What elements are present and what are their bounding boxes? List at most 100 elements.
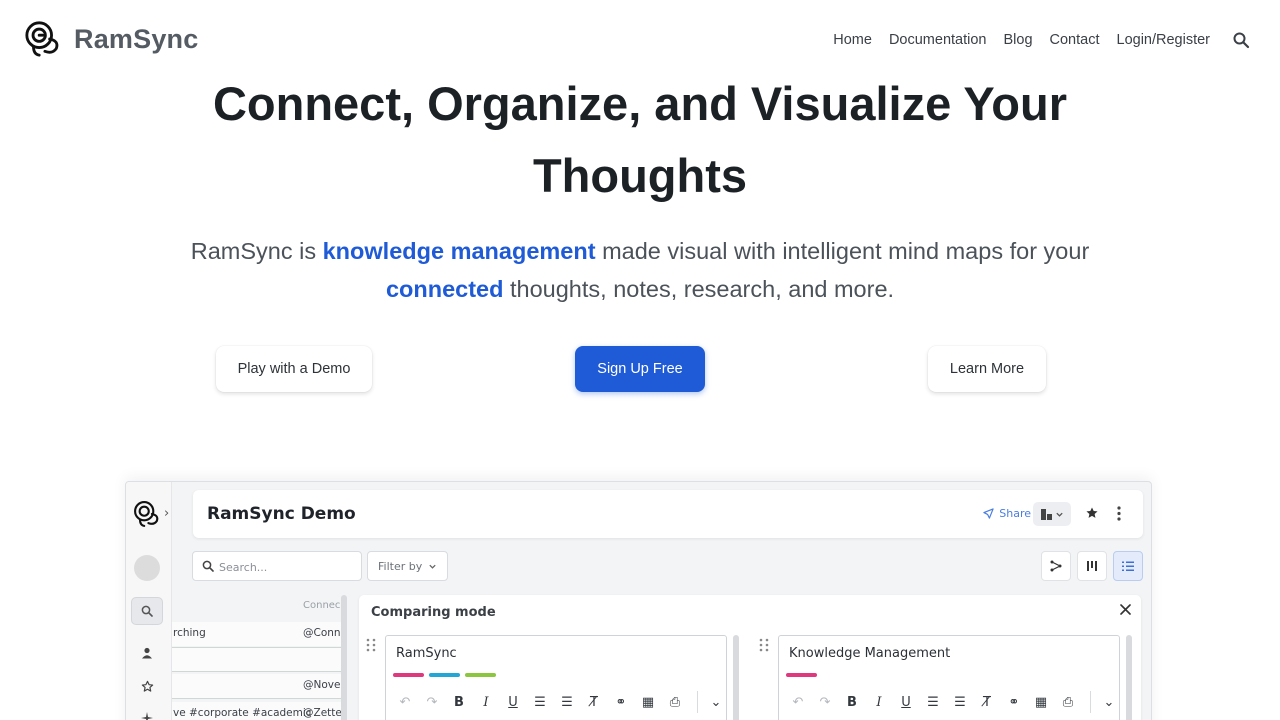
list-item[interactable] [172, 648, 344, 672]
nav-link-login-register[interactable]: Login/Register [1117, 30, 1211, 50]
rail-star-button[interactable] [131, 672, 163, 700]
list-item-title: rching [173, 627, 206, 639]
more-vertical-icon[interactable] [1117, 506, 1121, 521]
search-icon[interactable] [1232, 31, 1250, 49]
list-column-header: Connec [303, 600, 341, 611]
rail-sparkle-button[interactable] [131, 704, 163, 720]
nav-link-documentation[interactable]: Documentation [889, 30, 987, 50]
clear-format-icon[interactable]: T̸ [585, 693, 603, 711]
brand-name: RamSync [74, 23, 199, 54]
avatar[interactable] [134, 555, 160, 581]
clear-format-icon[interactable]: T̸ [978, 693, 996, 711]
nav-link-contact[interactable]: Contact [1050, 30, 1100, 50]
redo-icon[interactable]: ↷ [816, 693, 834, 711]
ordered-list-icon[interactable]: ☰ [924, 693, 942, 711]
list-icon [1122, 561, 1134, 571]
list-item-connection: @Nove [303, 679, 341, 691]
filter-label: Filter by [378, 559, 423, 573]
italic-icon[interactable]: I [477, 693, 495, 711]
drag-handle-icon[interactable] [759, 638, 769, 652]
table-icon[interactable]: ▦ [1032, 693, 1050, 711]
ram-logo-icon [25, 21, 59, 57]
chevron-down-icon[interactable]: ⌄ [707, 693, 725, 711]
sparkle-icon [141, 712, 153, 720]
compare-card-ramsync: RamSync ↶ ↷ B I U ☰ ☰ T̸ ⚭ ▦ ⎙ ⌄ [385, 635, 727, 720]
chevron-down-icon[interactable]: ⌄ [1100, 693, 1118, 711]
hero-sub-text-1: RamSync is [190, 238, 323, 264]
bullet-list-icon[interactable]: ☰ [951, 693, 969, 711]
columns-icon [1087, 561, 1097, 571]
card-title: Knowledge Management [789, 646, 951, 661]
demo-title: RamSync Demo [207, 504, 356, 524]
layout-dropdown[interactable] [1033, 502, 1071, 526]
hero-sub-text-2: made visual with intelligent mind maps f… [595, 238, 1090, 264]
search-icon [202, 560, 214, 572]
share-button[interactable]: Share [983, 507, 1031, 520]
card-scrollbar[interactable] [733, 635, 739, 720]
nav-link-home[interactable]: Home [833, 30, 872, 50]
hero-highlight-knowledge: knowledge management [322, 238, 596, 264]
list-item-connection: @Zette [303, 707, 342, 719]
tag-color-bar[interactable] [465, 673, 496, 677]
rail-user-button[interactable] [131, 639, 163, 667]
demo-app-preview: › RamSync Demo Share Filter by Connec [125, 481, 1152, 720]
tag-color-bar[interactable] [393, 673, 424, 677]
star-outline-icon [141, 680, 153, 692]
link-icon[interactable]: ⚭ [612, 693, 630, 711]
sign-up-button[interactable]: Sign Up Free [575, 346, 705, 392]
demo-header: RamSync Demo Share [193, 490, 1143, 538]
undo-icon[interactable]: ↶ [396, 693, 414, 711]
tag-color-bar[interactable] [429, 673, 460, 677]
chevron-down-icon [429, 564, 436, 569]
hero-highlight-connected: connected [385, 276, 504, 302]
filter-dropdown[interactable]: Filter by [367, 551, 448, 581]
italic-icon[interactable]: I [870, 693, 888, 711]
bold-icon[interactable]: B [450, 693, 468, 711]
table-icon[interactable]: ▦ [639, 693, 657, 711]
editor-toolbar: ↶ ↷ B I U ☰ ☰ T̸ ⚭ ▦ ⎙ ⌄ [396, 691, 725, 713]
bold-icon[interactable]: B [843, 693, 861, 711]
nav-link-blog[interactable]: Blog [1003, 30, 1032, 50]
tag-color-bar[interactable] [786, 673, 817, 677]
view-columns-button[interactable] [1077, 551, 1107, 581]
demo-search-input[interactable] [219, 558, 354, 576]
card-scrollbar[interactable] [1126, 635, 1132, 720]
print-icon[interactable]: ⎙ [1059, 693, 1077, 711]
print-icon[interactable]: ⎙ [666, 693, 684, 711]
link-icon[interactable]: ⚭ [1005, 693, 1023, 711]
list-item-connection: @Conn [303, 627, 341, 639]
brand-link[interactable]: RamSync [24, 20, 198, 58]
editor-toolbar: ↶ ↷ B I U ☰ ☰ T̸ ⚭ ▦ ⎙ ⌄ [789, 691, 1118, 713]
chevron-right-icon[interactable]: › [164, 506, 169, 521]
drag-handle-icon[interactable] [366, 638, 376, 652]
graph-icon [1050, 560, 1062, 572]
rail-search-button[interactable] [131, 597, 163, 625]
star-icon[interactable] [1085, 506, 1099, 520]
list-divider [172, 698, 344, 699]
underline-icon[interactable]: U [897, 693, 915, 711]
list-item[interactable]: ve #corporate #academic @Zette [172, 702, 344, 720]
redo-icon[interactable]: ↷ [423, 693, 441, 711]
list-item[interactable]: @Nove [172, 674, 344, 698]
hero-title: Connect, Organize, and Visualize Your Th… [212, 77, 1068, 202]
ordered-list-icon[interactable]: ☰ [531, 693, 549, 711]
view-graph-button[interactable] [1041, 551, 1071, 581]
play-demo-button[interactable]: Play with a Demo [216, 346, 372, 392]
toolbar-divider [1090, 691, 1091, 713]
list-item[interactable]: rching @Conn [172, 622, 344, 646]
learn-more-button[interactable]: Learn More [928, 346, 1046, 392]
close-icon[interactable] [1120, 604, 1131, 615]
share-label: Share [999, 507, 1031, 520]
bullet-list-icon[interactable]: ☰ [558, 693, 576, 711]
underline-icon[interactable]: U [504, 693, 522, 711]
card-title: RamSync [396, 646, 457, 661]
card-tags [393, 673, 496, 677]
view-list-button[interactable] [1113, 551, 1143, 581]
undo-icon[interactable]: ↶ [789, 693, 807, 711]
list-scrollbar[interactable] [341, 595, 347, 720]
comparing-panel: Comparing mode RamSync ↶ ↷ B I U ☰ ☰ T̸ … [359, 595, 1141, 720]
demo-search-box [192, 551, 362, 581]
toolbar-divider [697, 691, 698, 713]
ram-logo-icon [134, 501, 159, 527]
hero-sub-text-3: thoughts, notes, research, and more. [503, 276, 895, 302]
